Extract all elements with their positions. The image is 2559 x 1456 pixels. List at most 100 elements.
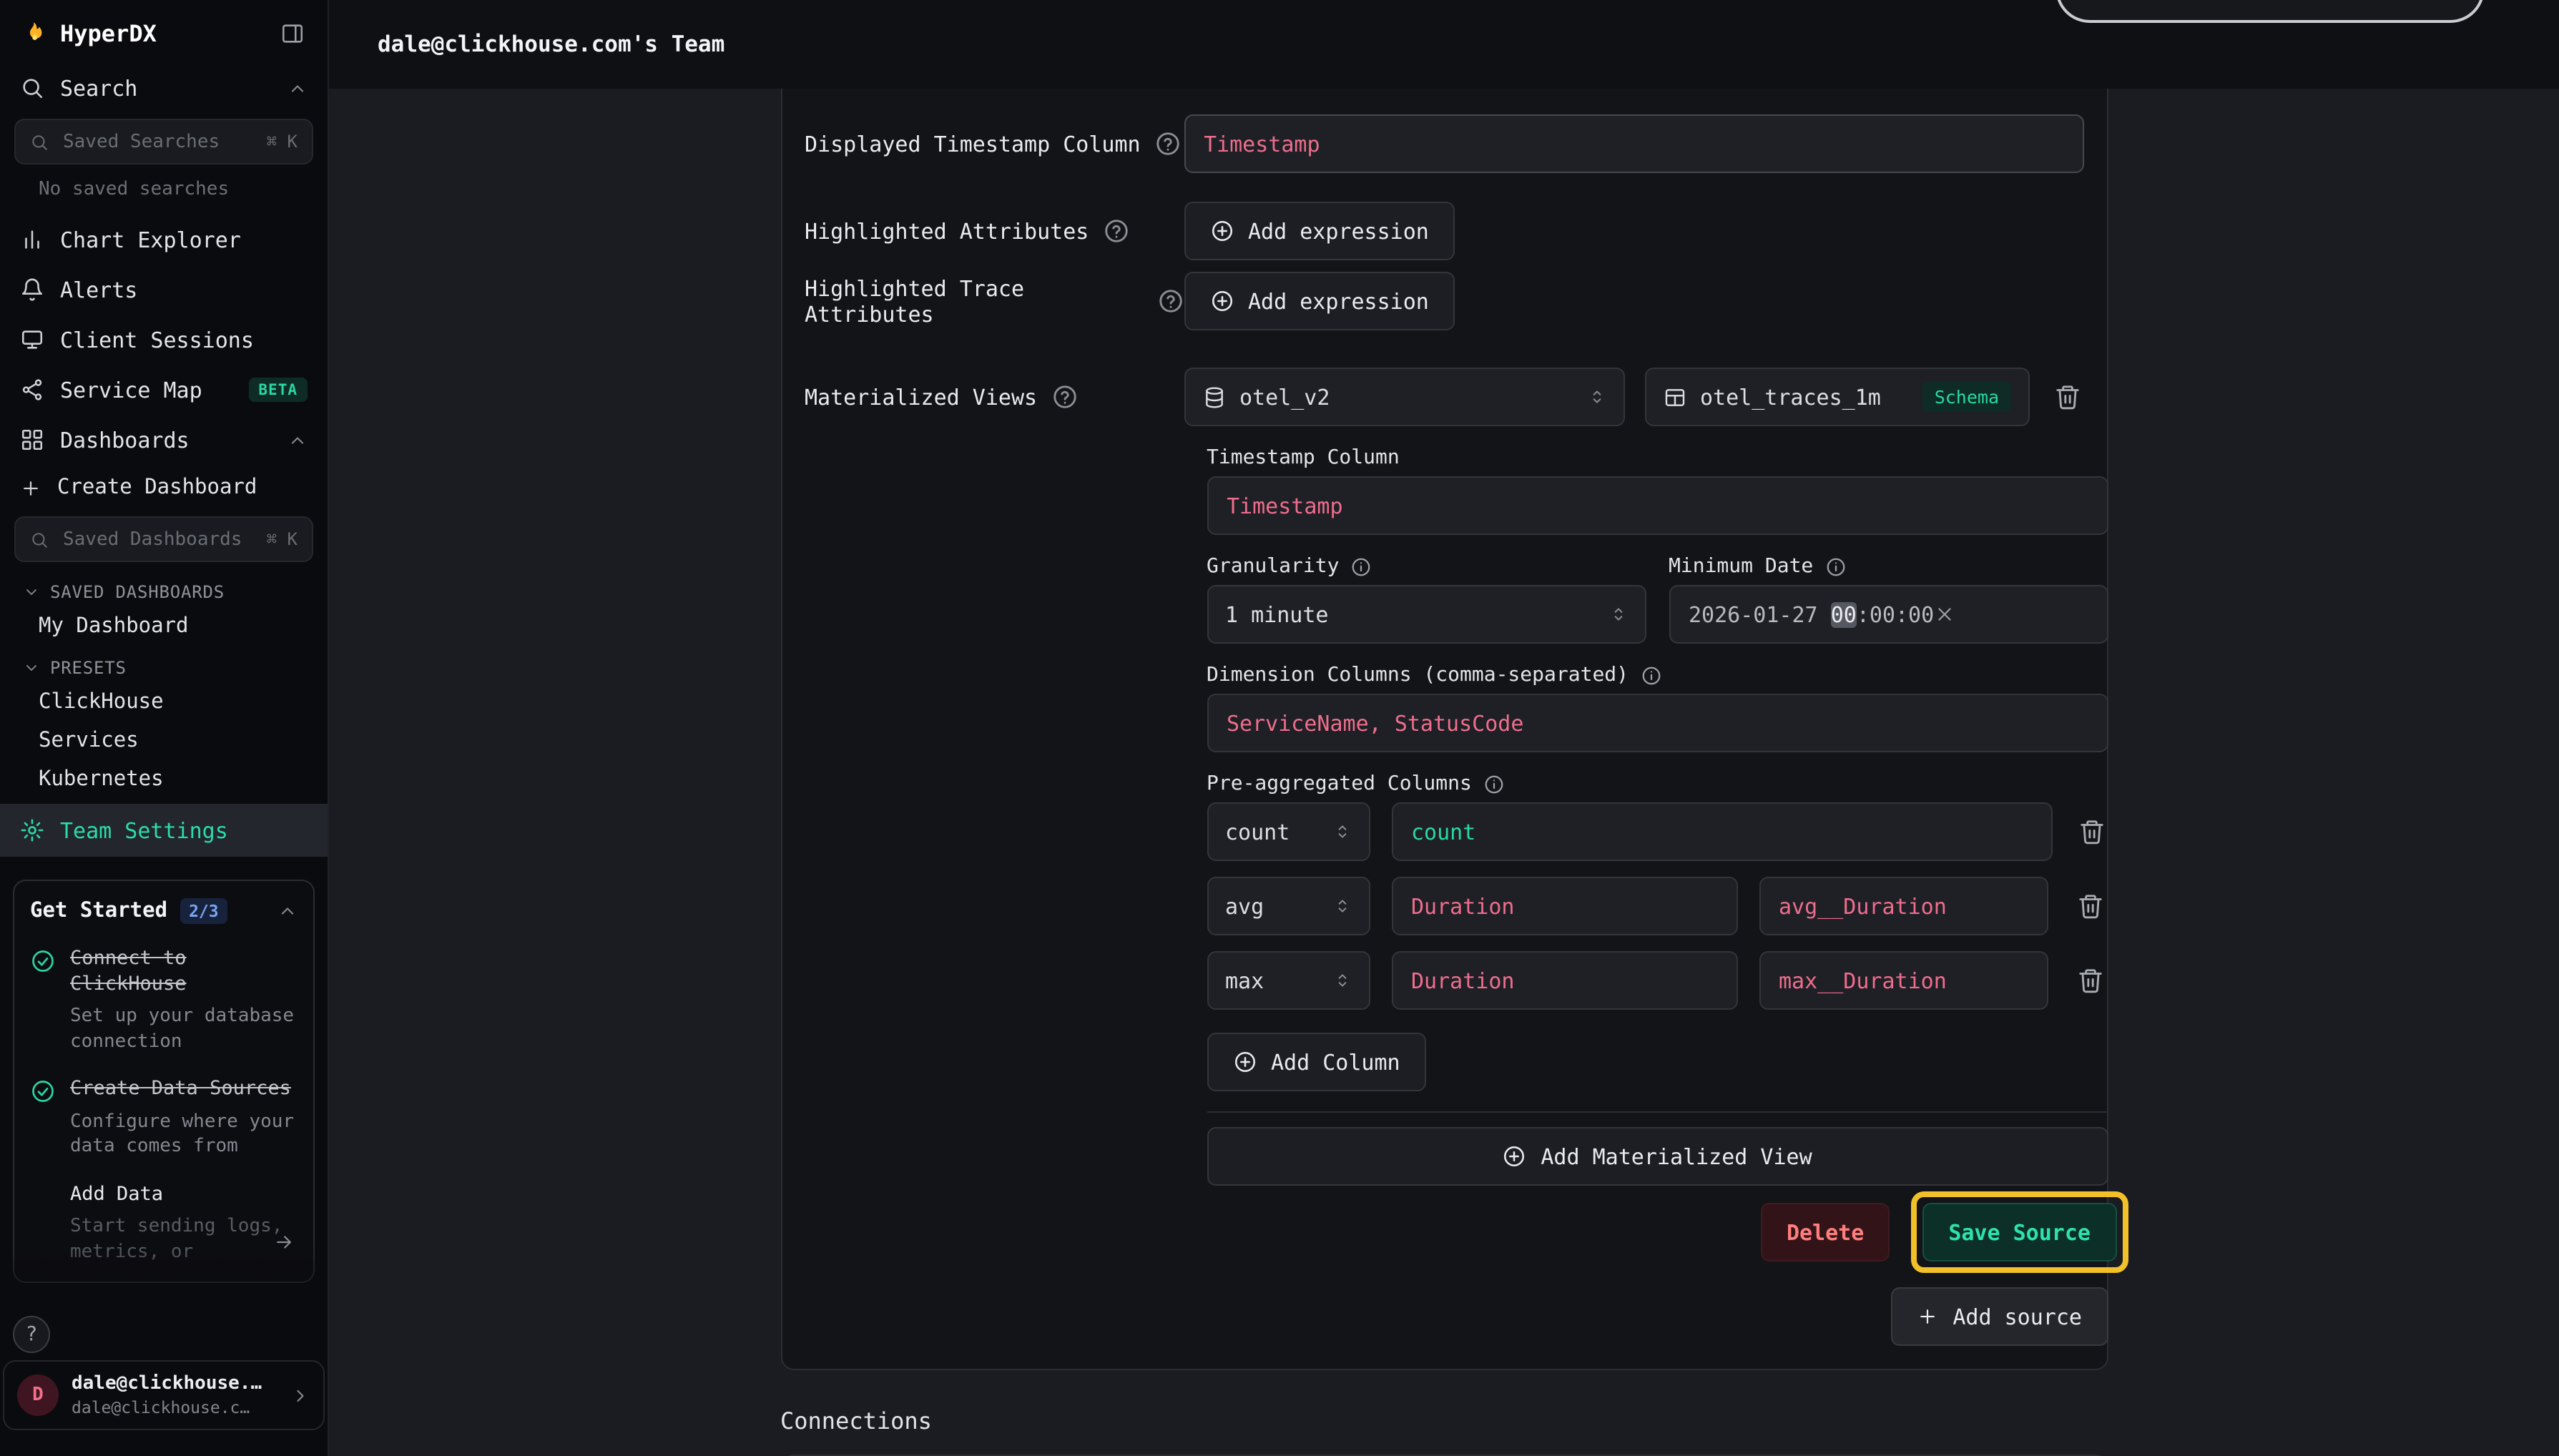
plus-circle-icon [1209,219,1234,243]
saved-dashboards-input[interactable] [60,527,255,551]
aggregate-alias-input[interactable] [1759,951,2048,1010]
help-icon[interactable] [1103,217,1130,245]
date-segment-selected[interactable]: 00 [1831,601,1857,627]
service-map-icon [20,378,44,402]
add-source-button[interactable]: Add source [1891,1287,2108,1346]
delete-materialized-view-button[interactable] [2049,379,2085,415]
delete-row-button[interactable] [2072,888,2108,924]
form-actions: Delete Save Source [1207,1191,2108,1273]
database-select[interactable]: otel_v2 [1184,368,1624,426]
sidebar-item-team-settings[interactable]: Team Settings [0,804,328,857]
delete-row-button[interactable] [2072,963,2108,998]
step-description: Start sending logs, metrics, or [70,1215,298,1265]
help-icon[interactable] [1051,383,1079,410]
delete-source-button[interactable]: Delete [1761,1203,1890,1261]
user-menu[interactable]: D dale@clickhouse.… dale@clickhouse.c… [3,1360,325,1430]
trash-icon [2053,383,2081,410]
search-icon [30,132,49,151]
help-icon[interactable] [1155,130,1182,157]
chart-icon [20,227,44,252]
plus-circle-icon [1232,1050,1257,1074]
monitor-icon [20,328,44,352]
top-right-pill[interactable] [2055,0,2485,23]
mv-timestamp-column-input[interactable] [1207,476,2108,535]
delete-row-button[interactable] [2073,814,2109,850]
displayed-timestamp-input[interactable] [1184,114,2083,173]
progress-badge: 2/3 [180,898,227,924]
aggregate-alias-input[interactable] [1759,877,2048,935]
create-dashboard-button[interactable]: Create Dashboard [0,465,328,511]
minimum-date-input[interactable]: 2026-01-27 00:00:00 [1669,585,2108,644]
sidebar-item-service-map[interactable]: Service Map BETA [0,365,328,415]
sidebar-item-client-sessions[interactable]: Client Sessions [0,315,328,365]
select-chevrons-icon [1608,605,1627,624]
user-name: dale@clickhouse.… [72,1373,277,1394]
section-presets[interactable]: PRESETS [0,646,328,684]
sidebar-item-kubernetes[interactable]: Kubernetes [0,761,328,800]
search-icon [30,530,49,549]
table-select[interactable]: otel_traces_1m Schema [1644,368,2029,426]
info-icon[interactable] [1483,773,1505,795]
sidebar-item-my-dashboard[interactable]: My Dashboard [0,608,328,646]
info-icon[interactable] [1824,556,1846,577]
plus-icon [20,477,41,498]
bell-icon [20,277,44,302]
grid-icon [20,428,44,452]
aggregate-fn-select[interactable]: count [1207,802,1370,861]
get-started-step-sources[interactable]: Create Data Sources Configure where your… [30,1077,298,1159]
sidebar-item-search[interactable]: Search [0,63,328,113]
keyboard-shortcut: ⌘ K [267,529,298,549]
chevron-down-icon [23,659,40,677]
clear-date-button[interactable] [1934,552,2115,677]
get-started-header[interactable]: Get Started 2/3 [30,898,298,924]
aggregate-fn-select[interactable]: avg [1207,877,1370,935]
aggregate-expression-input[interactable] [1391,877,1737,935]
schema-badge[interactable]: Schema [1923,382,2010,412]
add-expression-button[interactable]: Add expression [1184,272,1455,330]
sidebar-collapse-button[interactable] [277,19,308,49]
step-description: Configure where your data comes from [70,1109,298,1159]
step-description: Set up your database connection [70,1004,298,1054]
source-settings-card: Displayed Timestamp Column Highlighted A… [780,89,2108,1370]
page-title: dale@clickhouse.com's Team [378,31,725,57]
topbar: dale@clickhouse.com's Team [329,0,2559,89]
plus-icon [1917,1306,1938,1327]
table-icon [1663,385,1686,408]
trash-icon [2076,967,2103,994]
search-icon [20,76,44,100]
section-saved-dashboards[interactable]: SAVED DASHBOARDS [0,571,328,608]
granularity-select[interactable]: 1 minute [1207,585,1646,644]
add-column-button[interactable]: Add Column [1207,1033,1426,1091]
field-label: Granularity [1207,555,1339,578]
sidebar-item-dashboards[interactable]: Dashboards [0,415,328,465]
check-circle-icon [30,948,56,1054]
dimension-columns-input[interactable] [1207,694,2108,752]
info-icon[interactable] [1640,664,1661,686]
panel-collapse-icon [280,21,305,46]
get-started-title: Get Started [30,900,167,923]
get-started-step-connect[interactable]: Connect to ClickHouse Set up your databa… [30,947,298,1054]
add-materialized-view-button[interactable]: Add Materialized View [1207,1127,2108,1186]
sidebar-item-chart-explorer[interactable]: Chart Explorer [0,215,328,265]
main-content: Displayed Timestamp Column Highlighted A… [329,89,2559,1456]
aggregate-fn-select[interactable]: max [1207,951,1370,1010]
save-source-button[interactable]: Save Source [1922,1203,2116,1261]
pre-aggregated-row: count [1207,802,2108,861]
help-button[interactable]: ? [13,1316,50,1353]
help-icon[interactable] [1156,287,1184,315]
sidebar-item-clickhouse[interactable]: ClickHouse [0,684,328,722]
aggregate-expression-input[interactable] [1391,951,1737,1010]
info-icon[interactable] [1350,556,1372,577]
sidebar-item-services[interactable]: Services [0,722,328,761]
add-expression-button[interactable]: Add expression [1184,202,1455,260]
field-label: Pre-aggregated Columns [1207,772,1472,795]
chevron-up-icon [288,78,308,98]
aggregate-expression-input[interactable] [1391,802,2052,861]
saved-searches-input[interactable] [60,129,255,154]
sidebar-item-alerts[interactable]: Alerts [0,265,328,315]
database-icon [1202,385,1225,408]
get-started-step-add-data[interactable]: Add Data Start sending logs, metrics, or [30,1183,298,1265]
step-title: Add Data [70,1183,298,1208]
pre-aggregated-row: max [1207,951,2108,1010]
hyperdx-flame-icon [20,20,47,47]
